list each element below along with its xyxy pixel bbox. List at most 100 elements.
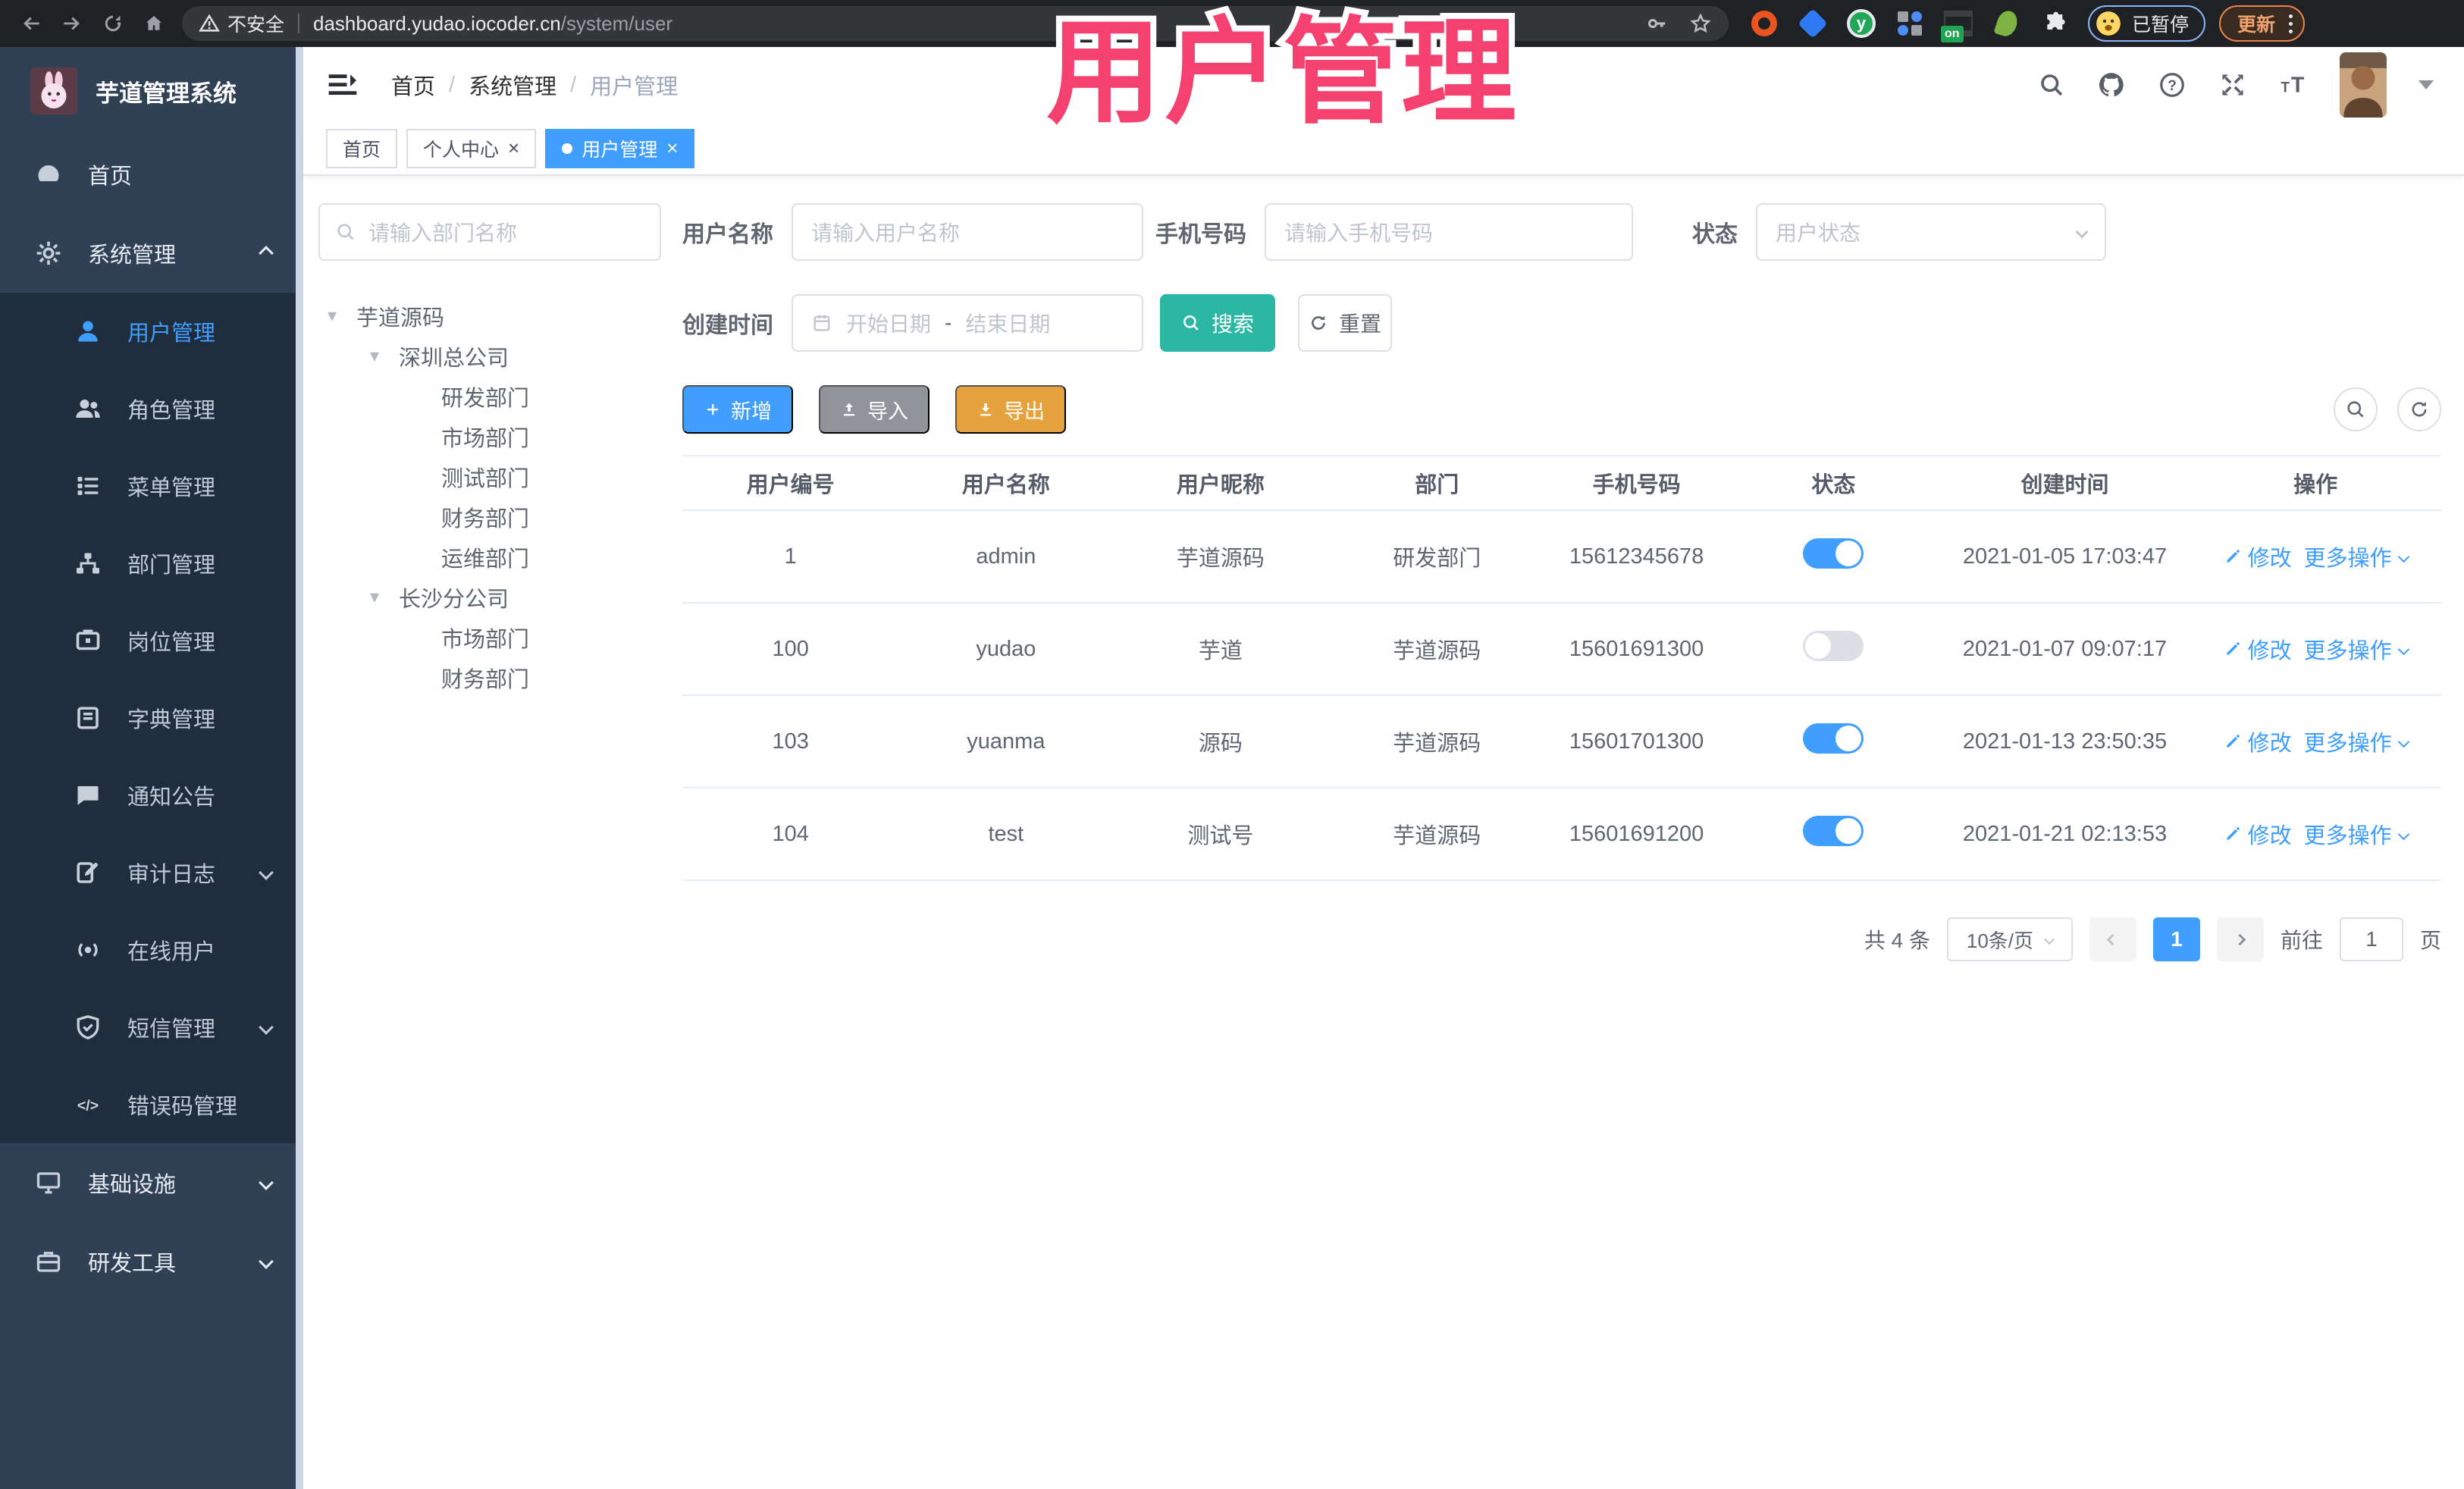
sidebar-item-tool[interactable]: 研发工具 [0,1222,303,1301]
sidebar-item-dept[interactable]: 部门管理 [0,525,303,602]
edit-link[interactable]: 修改 [2224,818,2292,850]
extension-marker-icon[interactable] [1991,8,2023,39]
status-toggle[interactable] [1803,538,1864,569]
browser-reload-button[interactable] [92,5,133,42]
tree-node[interactable]: 研发部门 [318,376,661,416]
tree-node[interactable]: ▾ 深圳总公司 [318,336,661,376]
import-button[interactable]: 导入 [819,385,929,434]
refresh-table-button[interactable] [2397,387,2441,431]
edit-link[interactable]: 修改 [2224,726,2292,757]
edit-label: 修改 [2247,732,2292,756]
extension-ubuntu-icon[interactable] [1748,8,1780,39]
sidebar-item-home[interactable]: 首页 [0,135,303,214]
status-select[interactable]: 用户状态 [1756,203,2106,261]
sidebar-item-errcode[interactable]: </> 错误码管理 [0,1066,303,1143]
tree-node[interactable]: ▾ 长沙分公司 [318,577,661,617]
tree-node[interactable]: 运维部门 [318,537,661,577]
avatar-caret-icon[interactable] [2419,80,2434,89]
tree-expand-icon[interactable]: ▾ [370,345,399,367]
tree-node[interactable]: 市场部门 [318,416,661,456]
tree-expand-icon[interactable]: ▾ [370,586,399,608]
mobile-input[interactable]: 请输入手机号码 [1265,203,1633,261]
sidebar-item-notice[interactable]: 通知公告 [0,757,303,834]
sidebar-scrollbar[interactable] [296,47,303,1489]
status-label: 状态 [1692,222,1738,247]
extension-grid-icon[interactable] [1894,8,1926,39]
pagination-total: 共 4 条 [1864,929,1930,952]
show-search-toggle-button[interactable] [2334,387,2378,431]
sidebar-item-audit[interactable]: 审计日志 [0,834,303,911]
app-logo[interactable]: 芋道管理系统 [0,47,303,135]
help-icon[interactable]: ? [2158,71,2187,99]
page-size-select[interactable]: 10条/页 [1946,917,2073,961]
fullscreen-icon[interactable] [2218,71,2247,99]
browser-back-button[interactable] [11,5,52,42]
edit-link[interactable]: 修改 [2224,633,2292,665]
browser-home-button[interactable] [133,5,174,42]
tree-expand-icon[interactable]: ▾ [328,305,356,327]
passwords-key-icon[interactable] [1645,12,1668,35]
more-actions-link[interactable]: 更多操作 [2304,633,2409,665]
sidebar-item-dict[interactable]: 字典管理 [0,679,303,757]
tree-node[interactable]: 测试部门 [318,456,661,497]
more-actions-link[interactable]: 更多操作 [2303,541,2409,572]
sidebar-toggle-icon[interactable] [326,68,359,102]
next-page-button[interactable] [2216,917,2264,961]
close-icon[interactable] [666,138,678,160]
book-icon [74,704,102,732]
sidebar-item-post[interactable]: 岗位管理 [0,602,303,679]
more-actions-link[interactable]: 更多操作 [2304,726,2409,757]
sidebar-item-label: 系统管理 [88,243,177,268]
breadcrumb-home[interactable]: 首页 [391,69,435,101]
dept-search-input[interactable]: 请输入部门名称 [318,203,661,261]
more-actions-link[interactable]: 更多操作 [2304,818,2409,850]
tree-node[interactable]: 财务部门 [318,497,661,537]
search-button[interactable]: 搜索 [1160,294,1275,352]
security-warning-icon[interactable] [199,13,220,34]
edit-link[interactable]: 修改 [2224,541,2292,572]
extension-onetab-icon[interactable]: on [1941,8,1974,42]
edit-icon [2224,547,2242,566]
sidebar-item-sms[interactable]: 短信管理 [0,989,303,1066]
browser-forward-button[interactable] [52,5,92,42]
breadcrumb-system[interactable]: 系统管理 [469,69,556,101]
header-search-icon[interactable] [2038,71,2065,99]
current-page-button[interactable]: 1 [2152,917,2200,961]
sidebar-item-role[interactable]: 角色管理 [0,370,303,447]
tab-home[interactable]: 首页 [326,129,398,168]
date-range-input[interactable]: 开始日期 - 结束日期 [792,294,1143,352]
sidebar-item-online[interactable]: 在线用户 [0,911,303,989]
github-icon[interactable] [2097,71,2126,99]
status-toggle[interactable] [1803,816,1864,846]
close-icon[interactable] [508,138,519,160]
goto-page-input[interactable]: 1 [2339,917,2403,961]
reset-button[interactable]: 重置 [1298,294,1392,352]
export-button[interactable]: 导出 [955,385,1066,434]
extension-gem-icon[interactable] [1797,8,1829,39]
browser-update-button[interactable]: 更新 [2219,5,2306,42]
status-toggle[interactable] [1803,631,1864,661]
tree-node[interactable]: 市场部门 [318,617,661,657]
tab-current[interactable]: 用户管理 [545,129,695,168]
username-input[interactable]: 请输入用户名称 [792,203,1143,261]
bookmark-star-icon[interactable] [1689,12,1712,35]
address-bar[interactable]: 不安全 dashboard.yudao.iocoder.cn/system/us… [182,6,1729,41]
sidebar-item-menu[interactable]: 菜单管理 [0,447,303,525]
user-avatar[interactable] [2340,52,2387,118]
sidebar-item-infra[interactable]: 基础设施 [0,1143,303,1222]
font-size-icon[interactable]: TT [2279,71,2308,99]
tab-1[interactable]: 个人中心 [406,129,537,168]
prev-page-button[interactable] [2089,917,2136,961]
browser-menu-icon[interactable] [2289,14,2293,33]
sidebar-item-system[interactable]: 系统管理 [0,214,303,293]
tree-node[interactable]: ▾ 芋道源码 [318,296,661,336]
extensions-puzzle-icon[interactable] [2039,8,2071,39]
more-actions-label: 更多操作 [2303,547,2392,571]
status-toggle[interactable] [1803,723,1864,754]
browser-profile-button[interactable]: 已暂停 [2088,5,2206,42]
tree-node[interactable]: 财务部门 [318,657,661,697]
chevron-down-icon [2397,828,2409,840]
extension-y-icon[interactable]: y [1845,8,1877,39]
sidebar-item-user[interactable]: 用户管理 [0,293,303,370]
add-button[interactable]: 新增 [682,385,793,434]
